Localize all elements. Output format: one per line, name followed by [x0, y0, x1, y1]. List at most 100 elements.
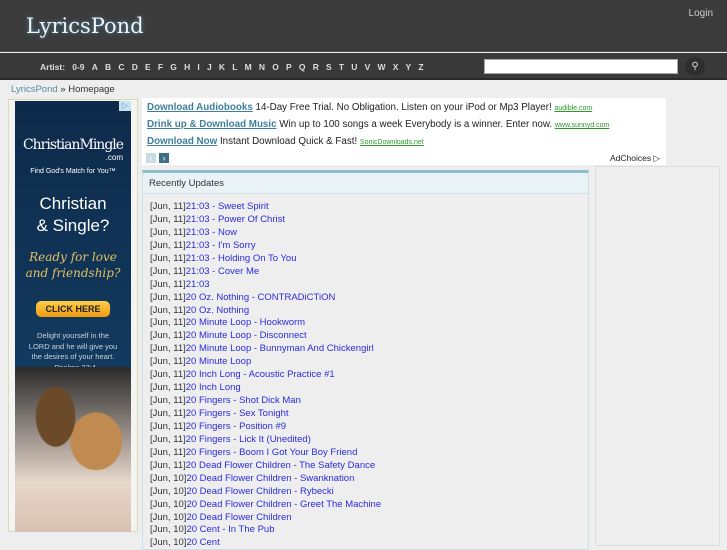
adchoices-link[interactable]: AdChoices ▷	[610, 153, 660, 164]
list-item: [Jun, 11]20 Dead Flower Children - The S…	[150, 460, 588, 473]
artist-letter-X[interactable]: X	[393, 62, 399, 72]
list-item: [Jun, 11]20 Oz. Nothing	[150, 305, 588, 318]
list-item: [Jun, 11]20 Fingers - Shot Dick Man	[150, 395, 588, 408]
song-link[interactable]: 20 Fingers - Shot Dick Man	[186, 395, 301, 406]
ad-headline: Christian & Single?	[36, 194, 110, 235]
search-input[interactable]	[484, 59, 678, 74]
artist-letter-H[interactable]: H	[184, 62, 190, 72]
ad-next-button[interactable]: ›	[159, 153, 169, 163]
update-date: [Jun, 11]	[150, 278, 186, 290]
list-item: [Jun, 10]20 Dead Flower Children	[150, 512, 588, 525]
song-link[interactable]: 20 Oz. Nothing - CONTRADiCTiON	[186, 292, 336, 303]
artist-letter-B[interactable]: B	[105, 62, 111, 72]
list-item: [Jun, 11]20 Inch Long	[150, 382, 588, 395]
artist-letter-O[interactable]: O	[272, 62, 279, 72]
song-link[interactable]: 21:03 - Now	[186, 227, 237, 238]
artist-letter-M[interactable]: M	[245, 62, 252, 72]
artist-letter-Q[interactable]: Q	[299, 62, 306, 72]
artist-letter-F[interactable]: F	[158, 62, 163, 72]
song-link[interactable]: 20 Minute Loop	[186, 356, 252, 367]
site-logo[interactable]: LyricsPond	[26, 14, 144, 38]
artist-letter-A[interactable]: A	[92, 62, 98, 72]
artist-letter-U[interactable]: U	[351, 62, 357, 72]
update-date: [Jun, 11]	[150, 408, 186, 419]
artist-letter-Z[interactable]: Z	[418, 62, 423, 72]
artist-letter-I[interactable]: I	[197, 62, 199, 72]
banner-ad[interactable]: ▷ ChristianMingle .com Find God's Match …	[8, 99, 138, 532]
list-item: [Jun, 11]21:03 - Cover Me	[150, 266, 588, 279]
ad-prev-button[interactable]: ‹	[146, 153, 156, 163]
update-date: [Jun, 10]	[150, 472, 187, 484]
song-link[interactable]: 20 Minute Loop - Disconnect	[186, 330, 307, 341]
breadcrumb: LyricsPond » Homepage	[11, 84, 115, 95]
song-link[interactable]: 20 Dead Flower Children	[186, 512, 291, 523]
artist-letter-R[interactable]: R	[313, 62, 319, 72]
artist-letter-L[interactable]: L	[232, 62, 237, 72]
song-link[interactable]: 20 Fingers - Sex Tonight	[186, 408, 289, 419]
song-link[interactable]: 20 Dead Flower Children - Swanknation	[186, 473, 354, 484]
song-link[interactable]: 21:03 - Sweet Spirit	[186, 201, 269, 212]
song-link[interactable]: 20 Cent	[186, 537, 219, 548]
artist-letter-K[interactable]: K	[219, 62, 225, 72]
song-link[interactable]: 20 Fingers - Boom I Got Your Boy Friend	[186, 447, 358, 458]
text-ad: Download Audiobooks 14-Day Free Trial. N…	[147, 102, 593, 113]
login-link[interactable]: Login	[689, 8, 713, 19]
artist-letter-W[interactable]: W	[377, 62, 385, 72]
song-link[interactable]: 20 Dead Flower Children - Rybecki	[186, 486, 333, 497]
breadcrumb-home[interactable]: LyricsPond	[11, 84, 58, 95]
artist-letter-Y[interactable]: Y	[406, 62, 412, 72]
artist-letter-E[interactable]: E	[145, 62, 151, 72]
artist-letter-S[interactable]: S	[326, 62, 332, 72]
adchoices-icon[interactable]: ▷	[119, 101, 131, 111]
song-link[interactable]: 21:03 - Power Of Christ	[186, 214, 285, 225]
song-link[interactable]: 21:03 - Holding On To You	[186, 253, 297, 264]
ad-brand-suffix: .com	[105, 153, 123, 162]
artist-letter-P[interactable]: P	[286, 62, 292, 72]
search-button[interactable]: ⚲	[685, 57, 705, 76]
search-icon: ⚲	[691, 61, 699, 72]
list-item: [Jun, 11]21:03 - Power Of Christ	[150, 214, 588, 227]
song-link[interactable]: 20 Oz. Nothing	[186, 305, 249, 316]
ad-click-here-button[interactable]: CLICK HERE	[36, 301, 110, 317]
song-link[interactable]: 20 Fingers - Position #9	[186, 421, 286, 432]
artist-letter-0-9[interactable]: 0-9	[72, 62, 84, 72]
list-item: [Jun, 10]20 Dead Flower Children - Swank…	[150, 473, 588, 486]
song-link[interactable]: 20 Minute Loop - Bunnyman And Chickengir…	[186, 343, 374, 354]
artist-letter-D[interactable]: D	[132, 62, 138, 72]
artist-letter-C[interactable]: C	[118, 62, 124, 72]
artist-letter-J[interactable]: J	[207, 62, 212, 72]
song-link[interactable]: 21:03 - Cover Me	[186, 266, 259, 277]
song-link[interactable]: 20 Cent - In The Pub	[186, 524, 274, 535]
song-link[interactable]: 20 Dead Flower Children - The Safety Dan…	[186, 460, 375, 471]
artist-letter-T[interactable]: T	[339, 62, 344, 72]
artist-letter-G[interactable]: G	[170, 62, 177, 72]
ad-brand-name: ChristianMingle	[22, 137, 124, 153]
artist-letter-V[interactable]: V	[365, 62, 371, 72]
site-header: LyricsPond Login	[0, 0, 727, 52]
song-link[interactable]: 20 Inch Long	[186, 382, 241, 393]
update-date: [Jun, 11]	[150, 369, 186, 381]
update-date: [Jun, 11]	[150, 252, 186, 264]
list-item: [Jun, 11]20 Fingers - Position #9	[150, 421, 588, 434]
list-item: [Jun, 11]21:03 - Sweet Spirit	[150, 201, 588, 214]
song-link[interactable]: 20 Dead Flower Children - Greet The Mach…	[186, 499, 381, 510]
song-link[interactable]: 20 Fingers - Lick It (Unedited)	[186, 434, 311, 445]
song-link[interactable]: 21:03	[186, 279, 210, 290]
update-date: [Jun, 11]	[150, 201, 186, 212]
list-item: [Jun, 10]20 Dead Flower Children - Greet…	[150, 499, 588, 512]
update-date: [Jun, 10]	[150, 524, 187, 536]
list-item: [Jun, 10]20 Cent	[150, 537, 588, 550]
update-date: [Jun, 10]	[150, 485, 187, 497]
list-item: [Jun, 11]21:03	[150, 279, 588, 292]
artist-letter-N[interactable]: N	[259, 62, 265, 72]
update-date: [Jun, 11]	[150, 382, 186, 394]
ad-image[interactable]: ▷ ChristianMingle .com Find God's Match …	[15, 101, 131, 532]
ad-subheadline: Ready for love and friendship?	[25, 250, 121, 280]
artist-label: Artist:	[40, 62, 66, 72]
update-date: [Jun, 11]	[150, 330, 186, 342]
song-link[interactable]: 20 Inch Long - Acoustic Practice #1	[186, 369, 335, 380]
list-item: [Jun, 11]20 Fingers - Lick It (Unedited)	[150, 434, 588, 447]
song-link[interactable]: 21:03 - I'm Sorry	[186, 240, 256, 251]
list-item: [Jun, 10]20 Cent - In The Pub	[150, 524, 588, 537]
song-link[interactable]: 20 Minute Loop - Hookworm	[186, 317, 305, 328]
